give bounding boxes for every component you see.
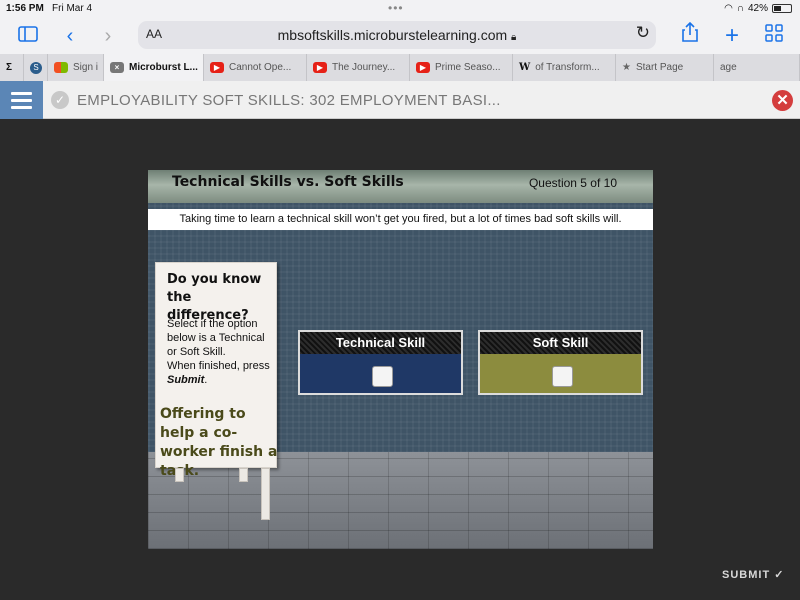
star-icon: ★	[622, 62, 631, 73]
lesson-subtitle: Taking time to learn a technical skill w…	[148, 209, 653, 230]
youtube-icon: ▶	[416, 62, 430, 73]
technical-skill-option[interactable]: Technical Skill	[298, 330, 463, 395]
s-logo-icon: S	[30, 61, 42, 74]
tabs-grid-icon[interactable]	[760, 22, 788, 50]
lock-icon: 🔒︎	[511, 32, 517, 43]
lesson-stage: Technical Skills vs. Soft Skills Questio…	[148, 170, 653, 549]
browser-toolbar: ‹ › AA mbsoftskills.microburstelearning.…	[0, 18, 800, 54]
tab-sign-in[interactable]: Sign i	[48, 54, 104, 81]
reload-icon[interactable]: ↻	[636, 23, 650, 43]
battery-fill	[774, 6, 781, 11]
tab-transform[interactable]: Wof Transform...	[513, 54, 616, 81]
tab-cannot-open[interactable]: ▶ Cannot Ope...	[204, 54, 307, 81]
battery-percent: 42%	[747, 3, 768, 14]
address-bar[interactable]: AA mbsoftskills.microburstelearning.com …	[138, 21, 656, 49]
url-text: mbsoftskills.microburstelearning.com 🔒︎	[277, 27, 517, 43]
sign-instructions: Select if the option below is a Technica…	[167, 318, 270, 386]
tab-sigma[interactable]: Σ	[0, 54, 24, 81]
question-sign: Do you know the difference? Select if th…	[155, 262, 277, 479]
plus-icon[interactable]: +	[718, 22, 746, 50]
youtube-icon: ▶	[210, 62, 224, 73]
forward-icon[interactable]: ›	[94, 22, 122, 50]
headphones-icon: ∩	[736, 3, 744, 14]
wifi-icon: ◠	[724, 3, 733, 14]
course-header: ✓ EMPLOYABILITY SOFT SKILLS: 302 EMPLOYM…	[0, 81, 800, 119]
battery-icon	[772, 4, 792, 13]
sign-leg	[261, 468, 270, 520]
youtube-icon: ▶	[313, 62, 327, 73]
question-counter: Question 5 of 10	[528, 176, 617, 190]
close-tab-icon[interactable]: ×	[110, 62, 124, 73]
sigma-icon: Σ	[6, 62, 13, 73]
status-bar: 1:56 PM Fri Mar 4 ••• ◠ ∩ 42%	[0, 0, 800, 18]
wikipedia-icon: W	[519, 62, 531, 73]
tab-the-journey[interactable]: ▶ The Journey...	[307, 54, 410, 81]
tab-start-page[interactable]: ★ Start Page	[616, 54, 714, 81]
hamburger-icon	[11, 92, 32, 95]
sign-leg	[175, 468, 184, 482]
tab-page[interactable]: age	[714, 54, 800, 81]
tab-bar: Σ S Sign i × Microburst L... ▶ Cannot Ope.…	[0, 54, 800, 81]
menu-button[interactable]	[0, 81, 43, 119]
sidebar-icon[interactable]	[14, 22, 42, 50]
tab-prime-season[interactable]: ▶ Prime Seaso...	[410, 54, 513, 81]
close-icon[interactable]: ✕	[772, 90, 793, 111]
sign-leg	[239, 468, 248, 482]
submit-button[interactable]: SUBMIT ✓	[722, 568, 784, 581]
status-date: Fri Mar 4	[52, 3, 92, 14]
checkmark-icon: ✓	[51, 91, 69, 109]
back-icon[interactable]: ‹	[56, 22, 84, 50]
multitasking-dots-icon[interactable]: •••	[388, 1, 404, 15]
soft-skill-label: Soft Skill	[480, 332, 641, 354]
tab-microburst[interactable]: × Microburst L...	[104, 54, 204, 81]
checkmark-icon: ✓	[774, 569, 785, 581]
tab-s[interactable]: S	[24, 54, 48, 81]
share-icon[interactable]	[676, 21, 704, 50]
lesson-title: Technical Skills vs. Soft Skills	[172, 174, 404, 190]
course-title: EMPLOYABILITY SOFT SKILLS: 302 EMPLOYMEN…	[77, 92, 501, 109]
technical-skill-checkbox[interactable]	[372, 366, 393, 387]
soft-skill-option[interactable]: Soft Skill	[478, 330, 643, 395]
stage-header: Technical Skills vs. Soft Skills Questio…	[148, 170, 653, 203]
technical-skill-label: Technical Skill	[300, 332, 461, 354]
status-time: 1:56 PM	[6, 3, 44, 14]
soft-skill-checkbox[interactable]	[552, 366, 573, 387]
microsoft-icon	[54, 62, 68, 73]
